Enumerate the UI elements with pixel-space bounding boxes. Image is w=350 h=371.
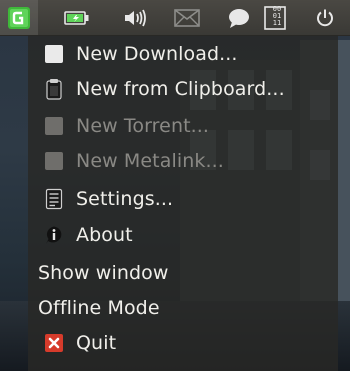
- top-panel: 00 01 11: [0, 0, 350, 36]
- info-icon: [44, 225, 64, 245]
- menu-item-new-torrent[interactable]: New Torrent...: [28, 109, 338, 143]
- menu-item-new-metalink[interactable]: New Metalink...: [28, 144, 338, 178]
- settings-icon: [44, 188, 64, 210]
- menu-item-label: New Download...: [76, 43, 238, 65]
- clipboard-icon: [44, 79, 64, 100]
- menu-item-label: New Metalink...: [76, 150, 224, 172]
- menu-item-new-download[interactable]: New Download...: [28, 37, 338, 71]
- menu-item-label: Quit: [76, 332, 117, 354]
- binary-clock-icon[interactable]: 00 01 11: [258, 0, 292, 35]
- metalink-icon: [44, 151, 64, 171]
- menu-item-label: Offline Mode: [38, 297, 160, 319]
- torrent-icon: [44, 116, 64, 136]
- menu-item-label: New Torrent...: [76, 115, 210, 137]
- tray-menu: New Download... New from Clipboard... Ne…: [28, 35, 338, 371]
- menu-item-quit[interactable]: Quit: [28, 326, 338, 360]
- power-icon[interactable]: [310, 0, 340, 35]
- volume-icon[interactable]: [118, 0, 152, 35]
- menu-item-about[interactable]: About: [28, 218, 338, 252]
- app-indicator-icon[interactable]: [0, 0, 38, 35]
- menu-item-new-from-clipboard[interactable]: New from Clipboard...: [28, 72, 338, 106]
- menu-item-label: Settings...: [76, 188, 174, 210]
- chat-icon[interactable]: [222, 0, 256, 35]
- menu-item-settings[interactable]: Settings...: [28, 182, 338, 216]
- new-download-icon: [44, 44, 64, 64]
- menu-item-label: Show window: [38, 262, 169, 284]
- quit-icon: [44, 333, 64, 353]
- battery-icon[interactable]: [60, 0, 94, 35]
- menu-item-offline-mode[interactable]: Offline Mode: [28, 291, 338, 325]
- mail-icon[interactable]: [170, 0, 204, 35]
- binary-digit-row: 11: [272, 19, 282, 27]
- menu-item-label: About: [76, 224, 133, 246]
- menu-item-show-window[interactable]: Show window: [28, 256, 338, 290]
- menu-item-label: New from Clipboard...: [76, 78, 285, 100]
